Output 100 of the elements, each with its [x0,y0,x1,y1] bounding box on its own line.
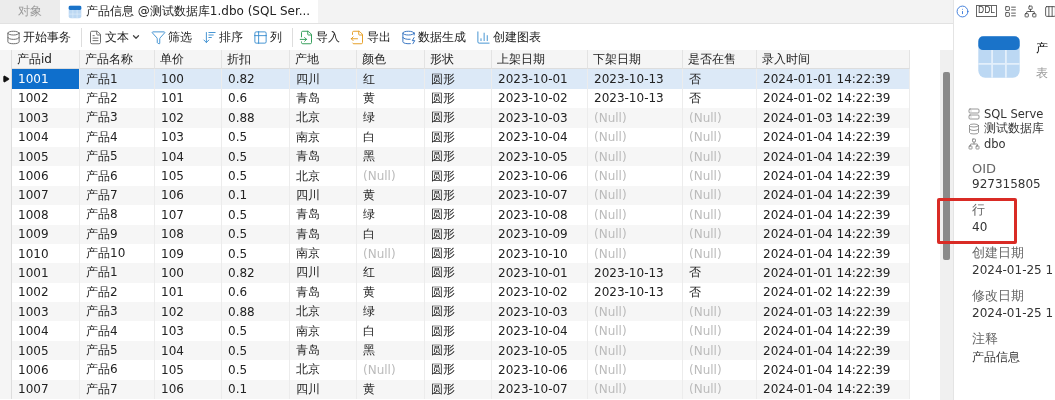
table-cell: 2024-01-01 14:22:39 [757,69,910,89]
toolbar-button[interactable]: 列 [251,27,284,47]
table-cell: (Null) [588,146,683,167]
table-cell: 0.88 [222,302,290,322]
table-cell: 2023-10-01 [492,69,588,89]
table-cell: 产品7 [80,185,155,206]
current-row-icon [1,75,10,84]
toolbar-button[interactable]: 排序 [200,27,245,47]
table-cell: (Null) [683,379,757,400]
column-header[interactable]: 下架日期 [588,50,683,70]
column-header[interactable]: 形状 [425,50,492,70]
table-icon [68,4,82,19]
table-cell: 圆形 [425,302,492,322]
scrollbar-thumb[interactable] [943,72,950,260]
table-cell: 圆形 [425,146,492,167]
table-cell: 黄 [357,185,425,206]
table-cell: 0.5 [222,340,290,361]
table-cell: 圆形 [425,185,492,206]
info-icon[interactable] [956,4,969,18]
column-header[interactable]: 产地 [290,50,357,70]
property-value: 927315805 [972,177,1042,191]
table-cell: 2024-01-04 14:22:39 [757,340,910,361]
column-header[interactable]: 录入时间 [757,50,910,70]
corner-cell[interactable] [0,50,12,70]
table-cell: (Null) [588,185,683,206]
table-cell: 圆形 [425,108,492,128]
table-cell: 四川 [290,185,357,206]
network-icon[interactable] [1023,4,1037,18]
table-cell: 黄 [357,379,425,400]
table-cell: 100 [155,263,222,283]
table-cell: 100 [155,69,222,89]
table-cell: 产品3 [80,302,155,322]
server-icon [968,107,980,120]
table-cell: 白 [357,224,425,244]
sort-icon [202,29,217,45]
table-cell: (Null) [683,185,757,206]
toolbar-button[interactable]: 开始事务 [4,27,73,47]
table-cell: 四川 [290,379,357,400]
table-cell: 圆形 [425,340,492,361]
table-icon [976,34,1022,80]
toolbar-button[interactable]: 筛选 [149,27,194,47]
toolbar-button[interactable]: 数据生成 [399,27,468,47]
table-cell: 北京 [290,302,357,322]
table-cell: 2023-10-05 [492,146,588,167]
property-label: OID [972,161,998,176]
bar-chart-icon [476,29,491,45]
table-cell: 1005 [12,340,80,361]
source-label: 测试数据库 [984,121,1044,136]
filter-icon [151,29,166,45]
table-cell: 0.82 [222,69,290,89]
table-cell: 圆形 [425,263,492,283]
table-cell: 2024-01-04 14:22:39 [757,224,910,244]
table-cell: 1001 [12,263,80,283]
table-cell: 2023-10-07 [492,379,588,400]
column-header[interactable]: 产品名称 [80,50,155,70]
object-name: 产 [1036,40,1048,57]
table-cell: 黑 [357,340,425,361]
column-header[interactable]: 颜色 [357,50,425,70]
table-cell: (Null) [588,340,683,361]
table-cell: 圆形 [425,379,492,400]
ddl-button[interactable]: DDL [976,5,997,17]
column-header[interactable]: 单价 [155,50,222,70]
table-cell: 2024-01-03 14:22:39 [757,108,910,128]
table-cell: 108 [155,224,222,244]
property-value: 产品信息 [972,349,1021,366]
columns-icon[interactable] [1043,4,1055,18]
toolbar-button[interactable]: 导出 [348,27,393,47]
table-cell: 产品9 [80,224,155,244]
caret-icon [131,32,141,42]
table-cell: 1009 [12,224,80,244]
table-cell: 104 [155,340,222,361]
source-label: dbo [984,136,1006,151]
list-icon[interactable] [1003,4,1017,18]
tab-label: 产品信息 @测试数据库1.dbo (SQL Ser... [86,3,311,20]
column-header[interactable]: 产品id [12,50,80,70]
table-cell: 产品3 [80,108,155,128]
table-cell: 1007 [12,379,80,400]
toolbar-button[interactable]: 创建图表 [474,27,543,47]
table-cell: 104 [155,146,222,167]
property-label: 修改日期 [972,287,1025,305]
toolbar-button[interactable]: 导入 [297,27,342,47]
table-cell: 1007 [12,185,80,206]
table-cell: 0.88 [222,108,290,128]
table-cell: 2024-01-04 14:22:39 [757,185,910,206]
file-arrow-icon [350,29,365,45]
table-cell: 0.5 [222,224,290,244]
column-header[interactable]: 是否在售 [683,50,757,70]
tab[interactable]: 产品信息 @测试数据库1.dbo (SQL Ser... [60,0,319,23]
table-cell: 青岛 [290,224,357,244]
table-cell: 2024-01-04 14:22:39 [757,379,910,400]
table-cell: 2023-10-13 [588,263,683,283]
column-header[interactable]: 上架日期 [492,50,588,70]
table-cell: 0.1 [222,379,290,400]
table-cell: 四川 [290,263,357,283]
table-cell: 2023-10-07 [492,185,588,206]
column-header[interactable]: 折扣 [222,50,290,70]
toolbar-button[interactable]: 文本 [86,27,143,47]
table-cell: (Null) [683,146,757,167]
schema-icon [968,137,980,150]
table-cell: 青岛 [290,146,357,167]
